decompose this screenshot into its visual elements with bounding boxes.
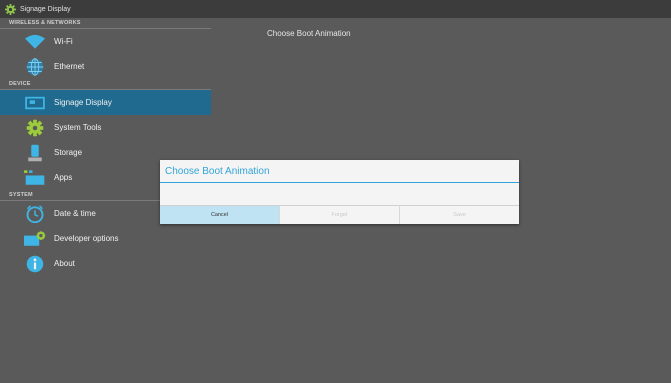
sidebar-item-label: Apps bbox=[54, 173, 73, 182]
dialog-divider bbox=[160, 182, 519, 183]
sidebar-item-label: System Tools bbox=[54, 123, 102, 132]
title-bar: Signage Display bbox=[0, 0, 671, 18]
sidebar-item-label: About bbox=[54, 259, 75, 268]
sidebar-item-wifi[interactable]: Wi-Fi bbox=[0, 29, 211, 54]
window-title: Signage Display bbox=[20, 5, 71, 13]
sidebar-item-label: Wi-Fi bbox=[54, 37, 73, 46]
sidebar-item-signage-display[interactable]: Signage Display bbox=[0, 90, 211, 115]
sidebar-item-label: Developer options bbox=[54, 234, 119, 243]
sidebar-item-label: Date & time bbox=[54, 209, 96, 218]
sidebar-item-label: Signage Display bbox=[54, 98, 112, 107]
sidebar-item-developer-options[interactable]: Developer options bbox=[0, 226, 211, 251]
developer-icon bbox=[23, 229, 47, 249]
section-header-wireless: WIRELESS & NETWORKS bbox=[0, 18, 211, 29]
gear-icon bbox=[23, 118, 47, 138]
gear-icon bbox=[4, 3, 16, 15]
section-header-device: DEVICE bbox=[0, 79, 211, 90]
info-icon bbox=[23, 254, 47, 274]
dialog-button-bar: Cancel Forget Save bbox=[160, 205, 519, 224]
globe-icon bbox=[23, 57, 47, 77]
wifi-icon bbox=[23, 32, 47, 52]
content-title: Choose Boot Animation bbox=[267, 29, 351, 38]
display-icon bbox=[23, 93, 47, 113]
apps-icon bbox=[23, 168, 47, 188]
sidebar-item-label: Storage bbox=[54, 148, 83, 157]
sidebar-item-system-tools[interactable]: System Tools bbox=[0, 115, 211, 140]
clock-icon bbox=[23, 204, 47, 224]
sidebar-item-ethernet[interactable]: Ethernet bbox=[0, 54, 211, 79]
cancel-button[interactable]: Cancel bbox=[160, 206, 279, 224]
dialog-title: Choose Boot Animation bbox=[165, 166, 270, 177]
sidebar-item-about[interactable]: About bbox=[0, 251, 211, 276]
boot-animation-dialog: Choose Boot Animation Cancel Forget Save bbox=[160, 160, 519, 224]
sidebar-item-label: Ethernet bbox=[54, 62, 85, 71]
forget-button[interactable]: Forget bbox=[279, 206, 399, 224]
save-button[interactable]: Save bbox=[399, 206, 519, 224]
storage-icon bbox=[23, 143, 47, 163]
